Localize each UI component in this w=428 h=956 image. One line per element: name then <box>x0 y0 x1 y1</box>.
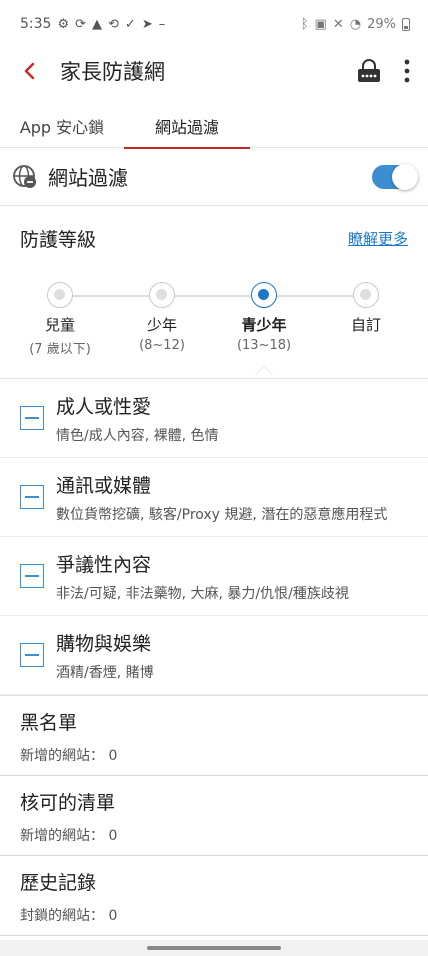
category-desc: 非法/可疑, 非法藥物, 大麻, 暴力/仇恨/種族歧視 <box>56 585 349 602</box>
minus-icon: – <box>158 16 166 32</box>
radio-icon <box>353 282 379 308</box>
whitelist-title: 核可的清單 <box>20 792 116 814</box>
page-title: 家長防護網 <box>60 60 165 84</box>
checkbox-partial-icon[interactable] <box>20 564 44 588</box>
globe-shield-icon <box>13 164 36 188</box>
category-title: 購物與娛樂 <box>56 632 152 655</box>
bluetooth-icon: ᛒ <box>300 16 309 32</box>
more-options-button[interactable] <box>404 59 410 83</box>
checkbox-partial-icon[interactable] <box>20 643 44 667</box>
back-button[interactable] <box>0 48 60 94</box>
web-filter-row: 網站過濾 <box>0 148 428 206</box>
status-time: 5:35 <box>20 16 52 32</box>
level-age: (8~12) <box>139 338 185 353</box>
download-done-icon: ✓ <box>124 16 136 32</box>
warning-icon: ▲ <box>92 16 103 32</box>
web-filter-toggle[interactable] <box>372 163 418 190</box>
lock-icon <box>358 59 380 82</box>
radio-icon <box>47 282 73 308</box>
category-title: 爭議性內容 <box>56 553 152 576</box>
selected-level-pointer <box>255 366 273 375</box>
history-row[interactable]: 歷史記錄 封鎖的網站： 0 <box>0 856 428 936</box>
settings-icon: ⚙ <box>57 16 70 32</box>
wifi-icon: ◔ <box>349 16 362 32</box>
toggle-knob <box>392 163 418 190</box>
more-vert-icon <box>404 59 410 83</box>
radio-selected-icon <box>251 282 277 308</box>
category-controversial[interactable]: 爭議性內容 非法/可疑, 非法藥物, 大麻, 暴力/仇恨/種族歧視 <box>0 537 428 616</box>
gesture-handle[interactable] <box>147 946 281 950</box>
protection-level-stepper: 兒童 (7 歲以下) 少年 (8~12) 青少年 (13~18) 自訂 <box>0 282 428 375</box>
level-name: 青少年 <box>241 316 287 334</box>
send-icon: ➤ <box>141 16 153 32</box>
sync-icon: ⟳ <box>75 16 87 32</box>
category-shopping[interactable]: 購物與娛樂 酒精/香煙, 賭博 <box>0 616 428 695</box>
level-age: (7 歲以下) <box>29 342 91 357</box>
category-communication[interactable]: 通訊或媒體 數位貨幣挖礦, 駭客/Proxy 規避, 潛在的惡意應用程式 <box>0 458 428 537</box>
blacklist-row[interactable]: 黑名單 新增的網站： 0 <box>0 696 428 776</box>
navigation-bar <box>0 940 428 956</box>
history-count: 封鎖的網站： 0 <box>20 908 118 924</box>
category-title: 通訊或媒體 <box>56 474 152 497</box>
battery-icon <box>402 17 410 31</box>
tab-web-filter[interactable]: 網站過濾 <box>124 104 250 149</box>
level-age: (13~18) <box>236 338 292 353</box>
level-option-teen[interactable]: 青少年 (13~18) <box>209 282 319 353</box>
nfc-icon: ▣ <box>314 16 327 32</box>
blacklist-title: 黑名單 <box>20 712 78 734</box>
category-desc: 數位貨幣挖礦, 駭客/Proxy 規避, 潛在的惡意應用程式 <box>56 506 388 523</box>
level-name: 自訂 <box>350 316 381 334</box>
app-header: 家長防護網 <box>0 48 428 94</box>
mute-icon: ✕ <box>332 16 344 32</box>
category-title: 成人或性愛 <box>56 395 152 418</box>
protection-level-title: 防護等級 <box>20 228 97 251</box>
category-adult[interactable]: 成人或性愛 情色/成人內容, 裸體, 色情 <box>0 379 428 458</box>
tab-bar: App 安心鎖 網站過濾 <box>0 104 428 149</box>
whitelist-count: 新增的網站： 0 <box>20 828 118 844</box>
chevron-left-icon <box>24 62 35 80</box>
level-name: 少年 <box>146 316 177 334</box>
category-desc: 情色/成人內容, 裸體, 色情 <box>56 427 219 444</box>
site-lists: 黑名單 新增的網站： 0 核可的清單 新增的網站： 0 歷史記錄 封鎖的網站： … <box>0 695 428 936</box>
category-list: 成人或性愛 情色/成人內容, 裸體, 色情 通訊或媒體 數位貨幣挖礦, 駭客/P… <box>0 378 428 695</box>
blacklist-count: 新增的網站： 0 <box>20 748 118 764</box>
status-bar: 5:35 ⚙ ⟳ ▲ ⟲ ✓ ➤ – ᛒ ▣ ✕ ◔ 29% <box>0 0 428 48</box>
checkbox-partial-icon[interactable] <box>20 485 44 509</box>
learn-more-link[interactable]: 瞭解更多 <box>348 228 408 249</box>
tab-app-lock[interactable]: App 安心鎖 <box>0 104 124 148</box>
level-option-junior[interactable]: 少年 (8~12) <box>107 282 217 353</box>
battery-percent: 29% <box>367 16 396 32</box>
checkbox-partial-icon[interactable] <box>20 406 44 430</box>
protection-level-header: 防護等級 瞭解更多 <box>0 218 428 258</box>
password-lock-button[interactable] <box>356 58 382 84</box>
radio-icon <box>149 282 175 308</box>
whitelist-row[interactable]: 核可的清單 新增的網站： 0 <box>0 776 428 856</box>
level-option-custom[interactable]: 自訂 <box>311 282 421 338</box>
web-filter-title: 網站過濾 <box>48 166 128 190</box>
category-desc: 酒精/香煙, 賭博 <box>56 664 154 681</box>
rotate-icon: ⟲ <box>108 16 119 32</box>
level-option-child[interactable]: 兒童 (7 歲以下) <box>5 282 115 357</box>
level-name: 兒童 <box>44 316 75 334</box>
history-title: 歷史記錄 <box>20 872 97 894</box>
